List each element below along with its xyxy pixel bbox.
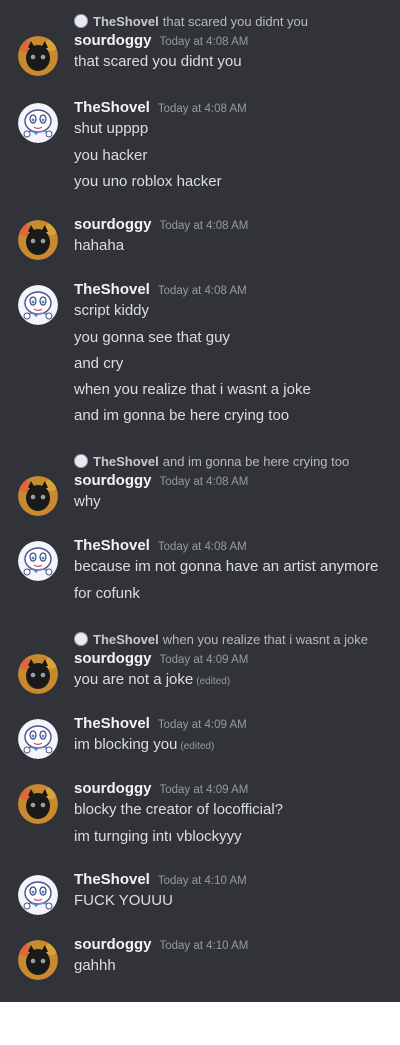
message-group[interactable]: sourdoggy Today at 4:10 AM gahhh [0,936,400,980]
white-cartoon-avatar[interactable] [18,541,58,581]
white-cartoon-avatar[interactable] [18,875,58,915]
message-content: you gonna see that guy [74,325,400,351]
message-content: you uno roblox hacker [74,169,400,195]
edited-label: (edited) [196,676,231,687]
black-cat-avatar[interactable] [18,476,58,516]
message-content: script kiddy [74,301,400,325]
message-timestamp[interactable]: Today at 4:09 AM [160,784,249,796]
message-group[interactable]: TheShovel and im gonna be here crying too… [0,450,400,516]
reply-avatar-icon [74,632,88,646]
message-text: when you realize that i wasnt a joke [74,381,311,398]
message-timestamp[interactable]: Today at 4:09 AM [160,654,249,666]
message-content: you hacker [74,143,400,169]
message-content: because im not gonna have an artist anym… [74,557,400,581]
page-footer-blank [0,1002,400,1045]
black-cat-avatar[interactable] [18,36,58,76]
message-author[interactable]: sourdoggy [74,32,152,49]
reply-author[interactable]: TheShovel [93,632,159,647]
reply-text: that scared you didnt you [162,13,309,29]
reply-avatar-icon [74,454,88,468]
message-timestamp[interactable]: Today at 4:08 AM [160,36,249,48]
message-text: why [74,493,101,510]
message-timestamp[interactable]: Today at 4:08 AM [158,285,247,297]
black-cat-avatar[interactable] [18,784,58,824]
message-author[interactable]: sourdoggy [74,650,152,667]
white-cartoon-avatar[interactable] [18,719,58,759]
black-cat-avatar[interactable] [18,654,58,694]
message-content: and im gonna be here crying too [74,403,400,429]
message-group[interactable]: TheShovel when you realize that i wasnt a… [0,628,400,696]
message-text: because im not gonna have an artist anym… [74,558,379,575]
message-content: that scared you didnt you [74,52,400,76]
message-text: you gonna see that guy [74,329,230,346]
message-content: and cry [74,351,400,377]
message-content: blocky the creator of locofficial? [74,800,400,824]
message-text: hahaha [74,237,125,254]
message-text: you are not a joke [74,671,194,688]
message-text: and im gonna be here crying too [74,407,290,424]
message-author[interactable]: sourdoggy [74,216,152,233]
white-cartoon-avatar[interactable] [18,285,58,325]
message-content: shut upppp [74,119,400,143]
message-timestamp[interactable]: Today at 4:08 AM [160,220,249,232]
message-text: for cofunk [74,585,140,602]
message-text: you hacker [74,147,148,164]
message-content: you are not a joke (edited) [74,670,400,696]
edited-label: (edited) [180,741,215,752]
message-author[interactable]: TheShovel [74,537,150,554]
message-group[interactable]: sourdoggy Today at 4:09 AM blocky the crea… [0,780,400,850]
message-group[interactable]: TheShovel Today at 4:08 AM shut upppp you h… [0,99,400,195]
message-timestamp[interactable]: Today at 4:10 AM [160,940,249,952]
reply-preview[interactable]: TheShovel and im gonna be here crying too [74,450,400,472]
white-cartoon-avatar[interactable] [18,103,58,143]
black-cat-avatar[interactable] [18,940,58,980]
reply-avatar-icon [74,14,88,28]
message-author[interactable]: sourdoggy [74,780,152,797]
reply-author[interactable]: TheShovel [93,14,159,29]
message-author[interactable]: TheShovel [74,99,150,116]
message-timestamp[interactable]: Today at 4:10 AM [158,875,247,887]
message-author[interactable]: sourdoggy [74,936,152,953]
message-text: FUCK YOUUU [74,892,173,909]
message-timestamp[interactable]: Today at 4:08 AM [160,476,249,488]
message-content: gahhh [74,956,400,980]
message-group[interactable]: TheShovel Today at 4:08 AM script kiddy you… [0,281,400,429]
message-author[interactable]: TheShovel [74,281,150,298]
message-content: hahaha [74,236,400,260]
reply-preview[interactable]: TheShovel that scared you didnt you [74,10,400,32]
message-timestamp[interactable]: Today at 4:09 AM [158,719,247,731]
message-text: and cry [74,355,124,372]
message-author[interactable]: TheShovel [74,715,150,732]
message-text: script kiddy [74,302,150,319]
message-text: you uno roblox hacker [74,173,222,190]
reply-author[interactable]: TheShovel [93,454,159,469]
message-text: that scared you didnt you [74,53,242,70]
message-content: why [74,492,400,516]
message-content: im turnging intı vblockyyy [74,824,400,850]
message-text: im turnging intı vblockyyy [74,828,242,845]
message-text: blocky the creator of locofficial? [74,801,283,818]
reply-text: and im gonna be here crying too [162,453,350,469]
message-author[interactable]: TheShovel [74,871,150,888]
message-timestamp[interactable]: Today at 4:08 AM [158,541,247,553]
reply-preview[interactable]: TheShovel when you realize that i wasnt a… [74,628,400,650]
message-text: shut upppp [74,120,149,137]
reply-text: when you realize that i wasnt a joke [162,631,368,647]
black-cat-avatar[interactable] [18,220,58,260]
message-author[interactable]: sourdoggy [74,472,152,489]
message-group[interactable]: TheShovel that scared you didnt you sourdo… [0,10,400,76]
message-content: im blocking you (edited) [74,735,400,761]
message-content: for cofunk [74,581,400,607]
message-group[interactable]: TheShovel Today at 4:08 AM because im not … [0,537,400,607]
message-timestamp[interactable]: Today at 4:08 AM [158,103,247,115]
message-text: im blocking you [74,736,178,753]
message-group[interactable]: TheShovel Today at 4:10 AM FUCK YOUUU [0,871,400,915]
message-text: gahhh [74,957,116,974]
message-content: FUCK YOUUU [74,891,400,915]
message-group[interactable]: sourdoggy Today at 4:08 AM hahaha [0,216,400,260]
chat-message-list: TheShovel that scared you didnt you sourdo… [0,0,400,1002]
message-group[interactable]: TheShovel Today at 4:09 AM im blocking you… [0,715,400,761]
message-content: when you realize that i wasnt a joke [74,377,400,403]
